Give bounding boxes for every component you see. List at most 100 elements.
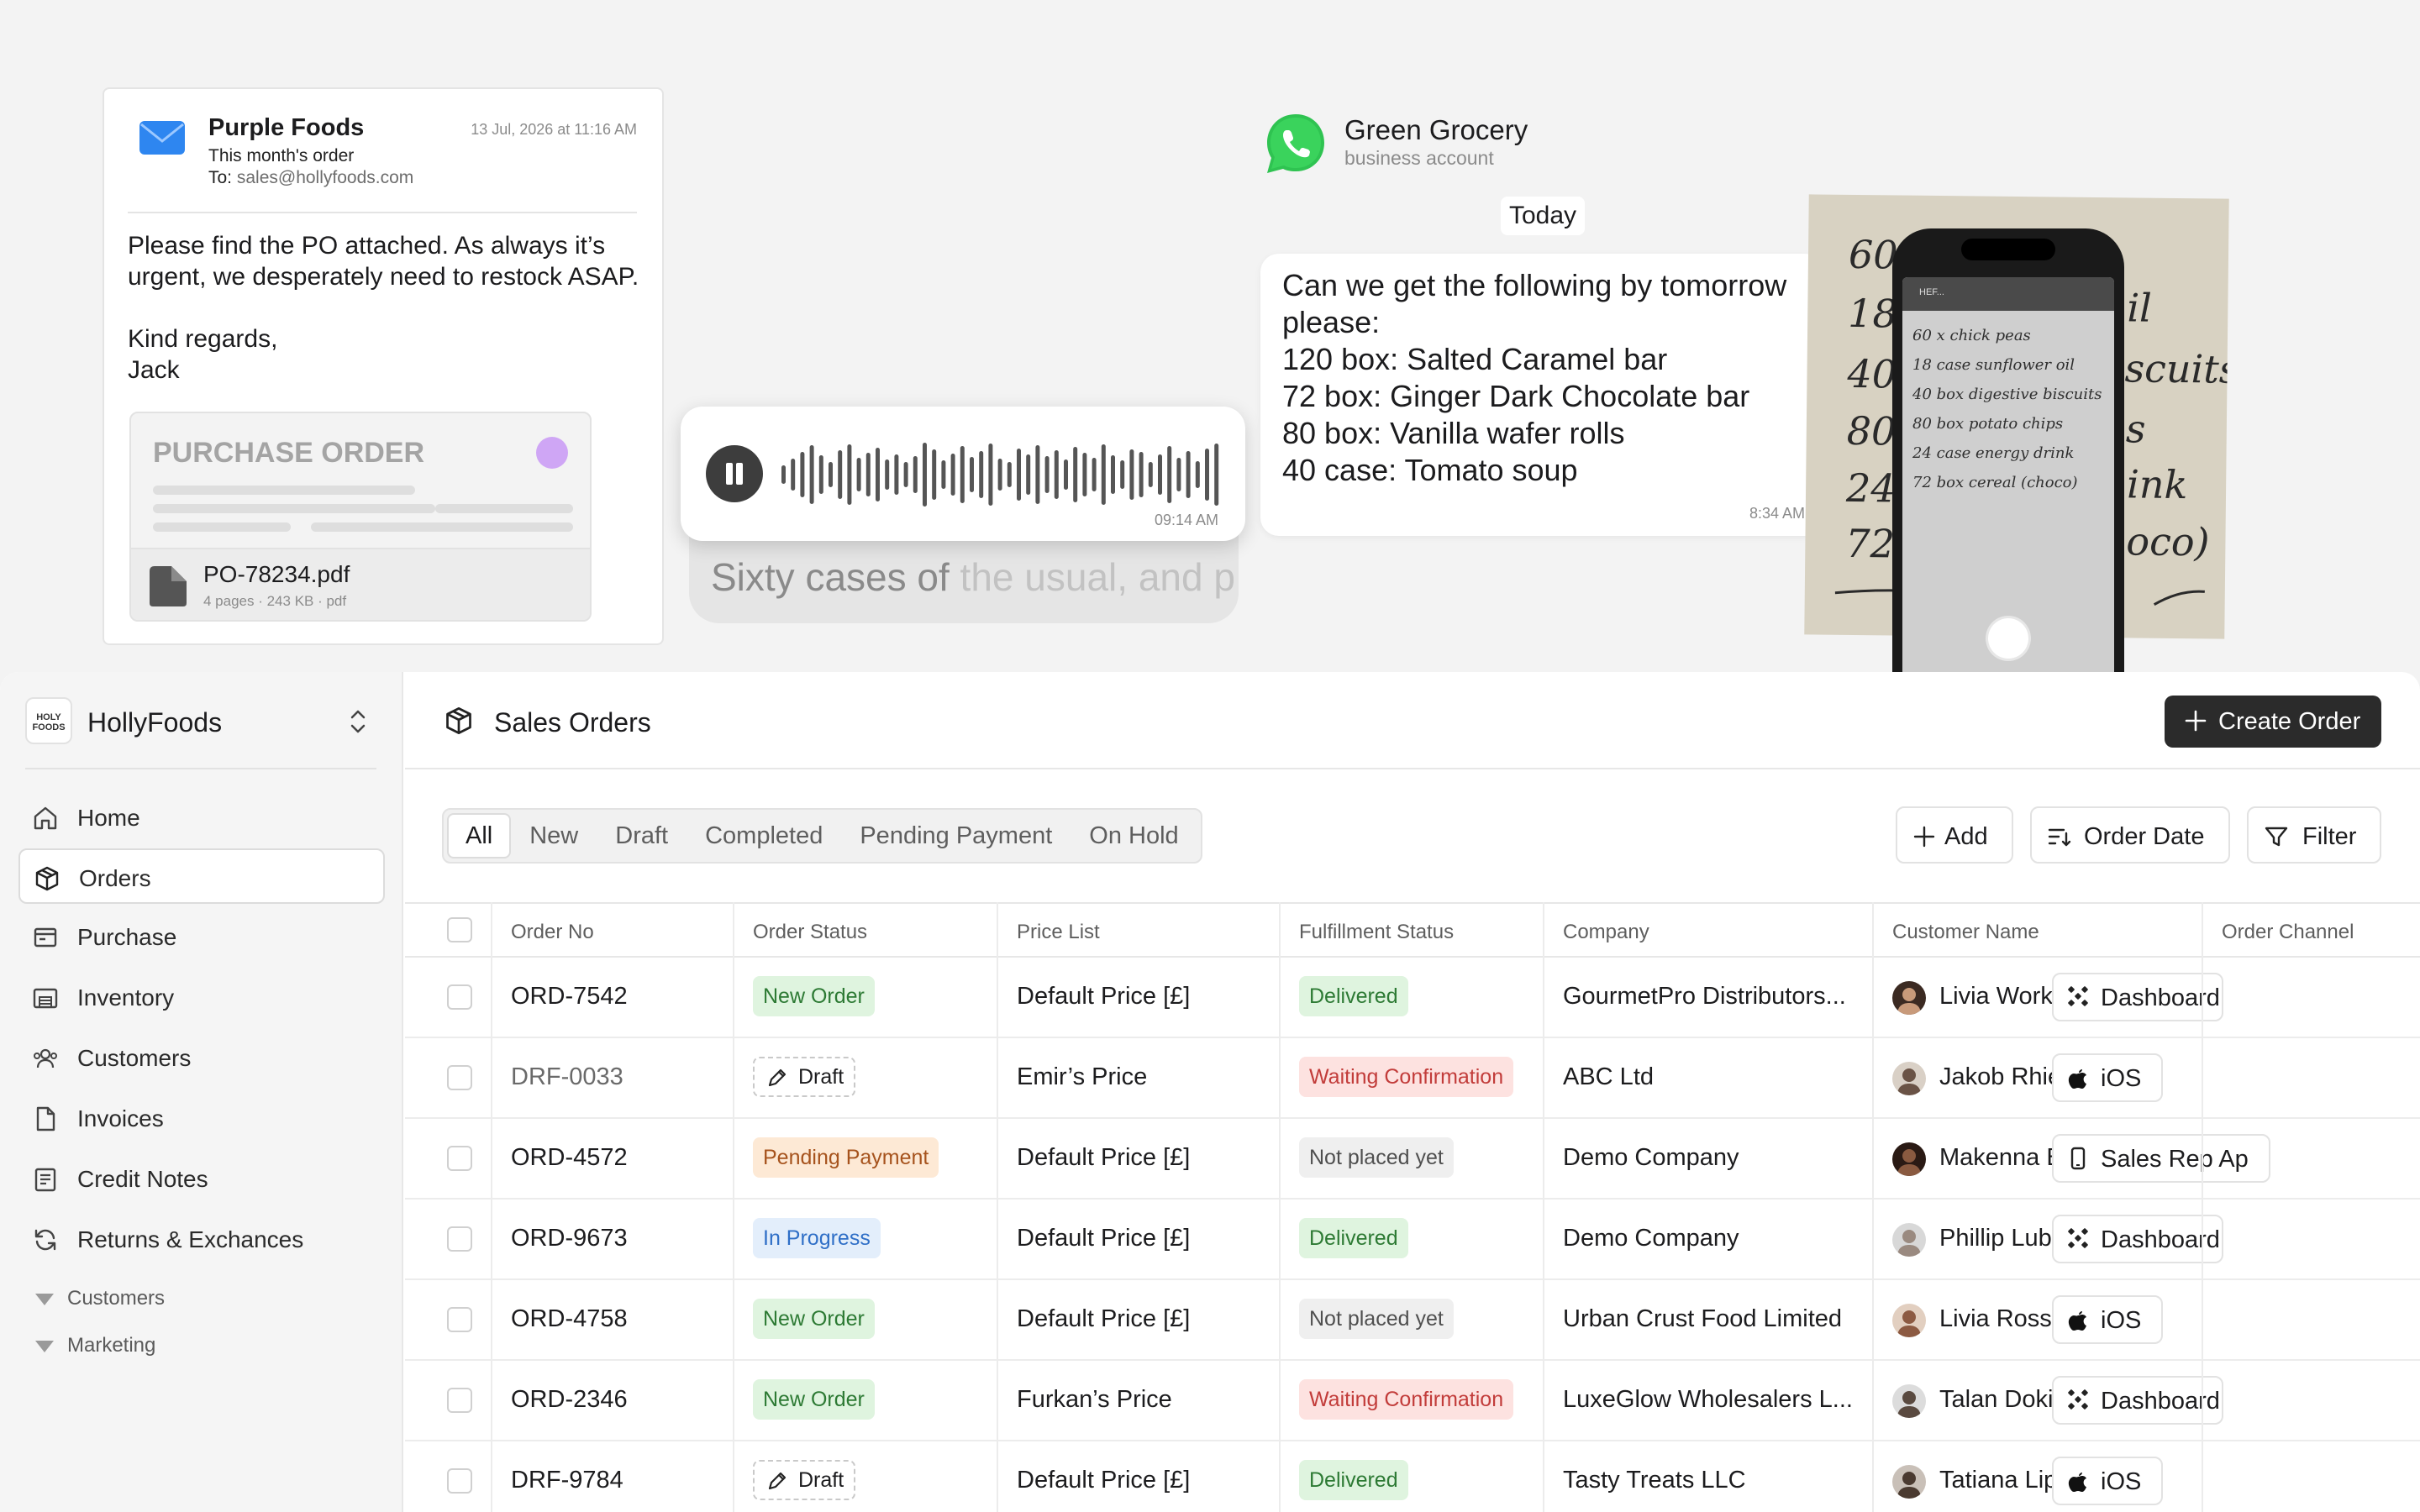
customer-name[interactable]: Phillip Lubin — [1939, 1225, 2070, 1252]
order-number[interactable]: ORD-7542 — [511, 983, 628, 1011]
dashboard-icon — [2067, 1227, 2089, 1256]
users-icon — [34, 1048, 57, 1068]
sidebar-item-home[interactable]: Home — [18, 790, 385, 845]
chat-message-bubble[interactable]: Can we get the following by tomorrow ple… — [1260, 254, 1823, 536]
company-name: Tasty Treats LLC — [1563, 1467, 1746, 1494]
column-header-fulfillment-status[interactable]: Fulfillment Status — [1299, 921, 1454, 944]
company-name: Demo Company — [1563, 1144, 1739, 1171]
attachment-file-row[interactable]: PO-78234.pdf 4 pages · 243 KB · pdf — [131, 548, 590, 620]
fulfillment-status-badge: Delivered — [1299, 1460, 1408, 1500]
note-fragment: 40 — [1847, 350, 1897, 397]
order-number[interactable]: DRF-9784 — [511, 1467, 623, 1494]
table-row[interactable]: ORD-4758 New Order Default Price [£] Not pl… — [405, 1280, 2420, 1361]
row-checkbox[interactable] — [447, 1307, 472, 1332]
waveform-bar — [781, 465, 786, 484]
sidebar-group-marketing[interactable]: Marketing — [35, 1334, 155, 1357]
sidebar-group-label: Marketing — [67, 1334, 156, 1357]
row-checkbox[interactable] — [447, 1388, 472, 1413]
column-header-order-status[interactable]: Order Status — [753, 921, 867, 944]
order-date-sort-button[interactable]: Order Date — [2030, 806, 2230, 864]
sidebar-item-label: Customers — [77, 1045, 192, 1071]
mobile-phone-icon — [2067, 1147, 2089, 1177]
waveform-bar — [923, 443, 927, 507]
order-number[interactable]: DRF-0033 — [511, 1063, 623, 1091]
row-checkbox[interactable] — [447, 1065, 472, 1090]
column-divider — [997, 902, 998, 1512]
chevron-up-down-icon — [350, 710, 366, 733]
note-fragment: 24 — [1845, 465, 1896, 512]
message-line: please: — [1282, 305, 1381, 339]
captured-line: 60 x chick peas — [1912, 327, 2031, 344]
add-button[interactable]: Add — [1896, 806, 2013, 864]
column-divider — [1279, 902, 1281, 1512]
row-checkbox[interactable] — [447, 984, 472, 1010]
email-card[interactable]: Purple Foods This month's order To: sale… — [103, 87, 664, 645]
attachment-card[interactable]: PURCHASE ORDER PO-78234.pdf 4 pages · 24… — [129, 412, 592, 622]
row-checkbox[interactable] — [447, 1146, 472, 1171]
waveform-bar — [1035, 445, 1040, 504]
pause-button[interactable] — [706, 445, 763, 502]
table-row[interactable]: DRF-0033 Draft Emir’s Price Waiting Confirm… — [405, 1038, 2420, 1119]
voice-note-bubble[interactable]: 09:14 AM — [681, 407, 1245, 541]
row-checkbox[interactable] — [447, 1226, 472, 1252]
shutter-button[interactable] — [1988, 618, 2028, 659]
app-window: HOLY FOODS HollyFoods Home Orders Purcha… — [0, 672, 2420, 1512]
order-number[interactable]: ORD-2346 — [511, 1386, 628, 1414]
sidebar-item-purchase[interactable]: Purchase — [18, 909, 385, 964]
sidebar-item-returns[interactable]: Returns & Exchances — [18, 1211, 385, 1267]
order-status-badge: In Progress — [753, 1218, 881, 1258]
table-row[interactable]: ORD-4572 Pending Payment Default Price [£]… — [405, 1119, 2420, 1200]
tab-on-hold[interactable]: On Hold — [1071, 813, 1197, 858]
email-subject: This month's order — [208, 146, 355, 165]
filter-icon — [2265, 827, 2288, 847]
tab-draft[interactable]: Draft — [597, 813, 687, 858]
main-content: Sales Orders Create Order All New Draft … — [405, 672, 2420, 1512]
table-row[interactable]: ORD-2346 New Order Furkan’s Price Waiting C… — [405, 1361, 2420, 1441]
price-list: Default Price [£] — [1017, 983, 1191, 1010]
sidebar-item-inventory[interactable]: Inventory — [18, 969, 385, 1025]
message-line: 120 box: Salted Caramel bar — [1282, 342, 1668, 376]
column-header-order-no[interactable]: Order No — [511, 921, 594, 944]
email-to-address: sales@hollyfoods.com — [236, 168, 414, 187]
transcript-spoken: Sixty cases of — [711, 555, 950, 599]
price-list: Emir’s Price — [1017, 1063, 1148, 1090]
waveform-bar — [1158, 454, 1162, 495]
phone-status-bar: HEF... — [1902, 277, 2114, 311]
purchase-icon — [34, 927, 57, 948]
column-header-company[interactable]: Company — [1563, 921, 1649, 944]
filter-button[interactable]: Filter — [2247, 806, 2381, 864]
phone-status-text: HEF... — [1919, 287, 1944, 297]
tab-new[interactable]: New — [511, 813, 597, 858]
tab-completed[interactable]: Completed — [687, 813, 841, 858]
table-row[interactable]: ORD-9673 In Progress Default Price [£] Deli… — [405, 1200, 2420, 1280]
create-order-button[interactable]: Create Order — [2165, 696, 2381, 748]
sidebar-item-invoices[interactable]: Invoices — [18, 1090, 385, 1146]
workspace-switcher[interactable]: HOLY FOODS HollyFoods — [25, 696, 376, 746]
order-status-badge: New Order — [753, 1299, 875, 1339]
sidebar-item-credit-notes[interactable]: Credit Notes — [18, 1151, 385, 1206]
select-all-checkbox[interactable] — [447, 917, 472, 942]
column-header-order-channel[interactable]: Order Channel — [2222, 921, 2354, 944]
sidebar-item-label: Invoices — [77, 1105, 164, 1131]
company-name: Demo Company — [1563, 1225, 1739, 1252]
order-number[interactable]: ORD-9673 — [511, 1225, 628, 1252]
waveform-bar — [1120, 460, 1125, 489]
order-number[interactable]: ORD-4572 — [511, 1144, 628, 1172]
order-status-text: New Order — [763, 1388, 865, 1411]
captured-line: 24 case energy drink — [1912, 444, 2075, 462]
column-header-price-list[interactable]: Price List — [1017, 921, 1100, 944]
order-status-text: Pending Payment — [763, 1146, 929, 1169]
row-checkbox[interactable] — [447, 1468, 472, 1494]
sidebar-group-customers[interactable]: Customers — [35, 1287, 165, 1310]
table-row[interactable]: DRF-9784 Draft Default Price [£] Delivered T… — [405, 1441, 2420, 1512]
waveform-bar — [932, 449, 937, 500]
plus-icon — [1913, 826, 1935, 848]
column-header-customer-name[interactable]: Customer Name — [1892, 921, 2039, 944]
tab-pending-payment[interactable]: Pending Payment — [841, 813, 1071, 858]
order-status-badge: Pending Payment — [753, 1137, 939, 1178]
tab-all[interactable]: All — [447, 813, 512, 858]
sidebar-item-customers[interactable]: Customers — [18, 1030, 385, 1085]
order-number[interactable]: ORD-4758 — [511, 1305, 628, 1333]
table-row[interactable]: ORD-7542 New Order Default Price [£] Delive… — [405, 958, 2420, 1038]
sidebar-item-orders[interactable]: Orders — [18, 848, 385, 904]
